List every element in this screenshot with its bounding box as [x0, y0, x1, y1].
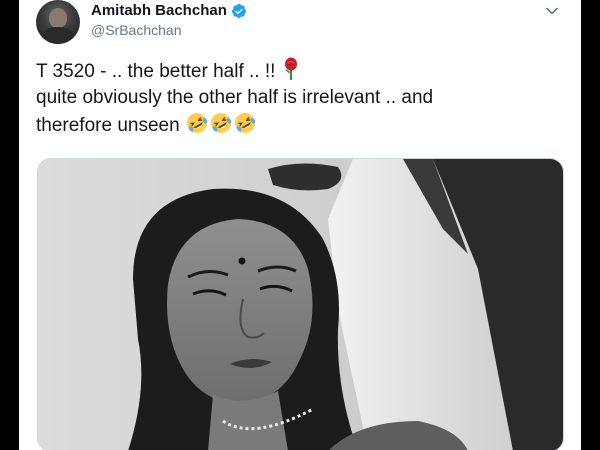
avatar-coat — [42, 27, 74, 44]
tweet-text-line-3: therefore unseen — [36, 111, 556, 139]
author-handle[interactable]: @SrBachchan — [91, 22, 181, 38]
author-name-row[interactable]: Amitabh Bachchan — [91, 2, 247, 19]
chevron-down-icon[interactable] — [545, 4, 559, 18]
avatar-face — [49, 8, 67, 28]
tweet-card[interactable]: Amitabh Bachchan @SrBachchan T 3520 - ..… — [19, 0, 581, 450]
tweet-text-line-1-content: T 3520 - .. the better half .. !! — [36, 61, 276, 82]
black-and-white-portrait-photo — [38, 159, 563, 450]
verified-badge-icon — [231, 3, 246, 18]
photo-bindi — [238, 257, 246, 265]
tweet-media-photo[interactable] — [37, 158, 564, 450]
rolling-on-floor-laughing-icon — [234, 113, 256, 133]
screenshot-frame: Amitabh Bachchan @SrBachchan T 3520 - ..… — [0, 0, 600, 450]
author-avatar[interactable] — [36, 0, 80, 44]
author-display-name[interactable]: Amitabh Bachchan — [91, 2, 227, 19]
tweet-text-line-2: quite obviously the other half is irrele… — [36, 87, 434, 108]
tweet-text-line-1: T 3520 - .. the better half .. !! — [36, 57, 556, 85]
tweet-text: T 3520 - .. the better half .. !! quite … — [36, 57, 556, 139]
rolling-on-floor-laughing-icon — [186, 113, 208, 133]
rolling-on-floor-laughing-icon — [210, 113, 232, 133]
rose-icon — [284, 57, 297, 80]
photo-hand-top — [268, 163, 342, 191]
tweet-text-line-3-content: therefore unseen — [36, 115, 180, 136]
